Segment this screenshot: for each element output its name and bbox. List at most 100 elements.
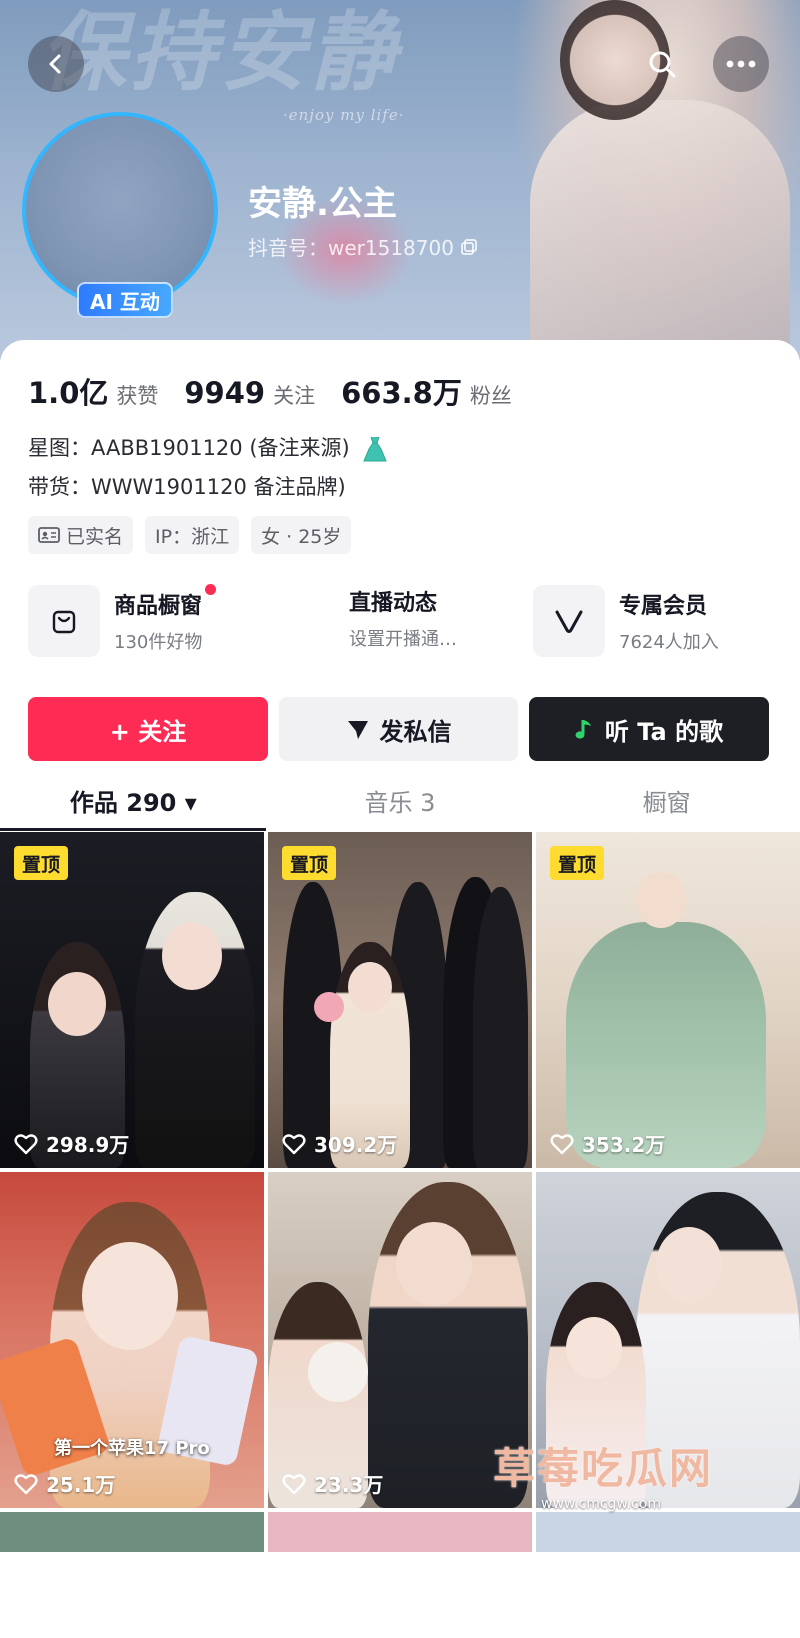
tab-works[interactable]: 作品 290 ▾ xyxy=(0,768,267,832)
profile-tags: 已实名 IP：浙江 女 · 25岁 xyxy=(28,516,352,554)
service-membership[interactable]: 专属会员 7624人加入 xyxy=(533,585,719,657)
video-tile[interactable]: 置顶 309.2万 xyxy=(268,832,532,1168)
service-live-title: 直播动态 xyxy=(349,591,438,616)
banner-background-subtitle: ·enjoy my life· xyxy=(283,106,405,124)
stat-following[interactable]: 9949 关注 xyxy=(184,376,315,410)
service-row: 商品橱窗 130件好物 直播动态 设置开播通… 专属会员 7624人加入 xyxy=(28,584,778,665)
id-card-icon xyxy=(38,527,60,543)
video-thumb-face xyxy=(636,872,686,928)
video-thumb-face xyxy=(656,1227,722,1303)
service-live[interactable]: 直播动态 设置开播通… xyxy=(349,585,457,651)
search-button[interactable] xyxy=(640,42,684,86)
video-likes-count: 23.3万 xyxy=(314,1473,384,1497)
search-icon xyxy=(649,51,676,78)
dog xyxy=(308,1342,368,1402)
video-thumb-face xyxy=(348,962,392,1012)
tab-music[interactable]: 音乐 3 xyxy=(267,768,534,832)
video-thumb-face xyxy=(48,972,106,1036)
chevron-left-icon xyxy=(49,54,61,74)
vip-icon-box xyxy=(533,585,605,657)
stat-followers[interactable]: 663.8万 粉丝 xyxy=(341,370,512,412)
back-button[interactable] xyxy=(28,36,84,92)
banner-figure-coat xyxy=(530,100,790,360)
shop-icon-box xyxy=(28,585,100,657)
tag-gender-age: 女 · 25岁 xyxy=(251,516,352,554)
bio-line-1: 星图：AABB1901120 (备注来源) xyxy=(28,432,388,463)
pinned-badge: 置顶 xyxy=(14,846,69,880)
banner-background-title: 保持安静 xyxy=(40,2,400,103)
video-thumb-person xyxy=(473,887,528,1168)
vip-v-icon xyxy=(555,610,583,633)
video-tile[interactable]: 第一个苹果17 Pro 25.1万 xyxy=(0,1172,264,1508)
video-likes: 353.2万 xyxy=(550,1129,665,1158)
nickname: 安静.公主 xyxy=(248,184,397,224)
heart-outline-icon xyxy=(282,1473,306,1494)
tag-verified: 已实名 xyxy=(28,516,134,554)
shopping-bag-icon xyxy=(52,610,76,634)
message-button-label: 发私信 xyxy=(379,717,452,746)
action-buttons: + 关注 发私信 听 Ta 的歌 xyxy=(28,697,769,761)
video-likes-count: 353.2万 xyxy=(582,1133,666,1157)
service-shop-sub: 130件好物 xyxy=(114,632,203,653)
video-thumb-face xyxy=(82,1242,178,1350)
bio-line-1-text: 星图：AABB1901120 (备注来源) xyxy=(28,436,350,460)
heart-outline-icon xyxy=(14,1473,38,1494)
video-tile[interactable]: 置顶 298.9万 xyxy=(0,832,264,1168)
service-shop-window[interactable]: 商品橱窗 130件好物 xyxy=(28,584,217,657)
douyin-id-text: 抖音号：wer1518700 xyxy=(248,236,454,260)
listen-song-button[interactable]: 听 Ta 的歌 xyxy=(529,697,769,761)
stat-likes[interactable]: 1.0亿 获赞 xyxy=(28,370,158,412)
heart-outline-icon xyxy=(550,1133,574,1154)
bio-line-2: 带货：WWW1901120 备注品牌) xyxy=(28,475,346,499)
profile-stats: 1.0亿 获赞 9949 关注 663.8万 粉丝 xyxy=(28,370,512,412)
video-likes-count: 25.1万 xyxy=(46,1473,116,1497)
video-tile[interactable] xyxy=(268,1512,532,1552)
service-live-sub: 设置开播通… xyxy=(349,629,457,650)
douyin-id[interactable]: 抖音号：wer1518700 xyxy=(248,232,478,261)
pinned-badge: 置顶 xyxy=(282,846,337,880)
listen-song-label: 听 Ta 的歌 xyxy=(604,717,724,746)
follow-button[interactable]: + 关注 xyxy=(28,697,268,761)
message-button[interactable]: 发私信 xyxy=(279,697,518,761)
active-tab-indicator xyxy=(0,828,266,831)
video-likes: 23.3万 xyxy=(282,1469,383,1498)
tag-ip: IP：浙江 xyxy=(145,516,240,554)
tag-verified-label: 已实名 xyxy=(66,525,124,548)
heart-outline-icon xyxy=(282,1133,306,1154)
service-shop-title-text: 商品橱窗 xyxy=(114,594,203,619)
music-note-icon xyxy=(575,720,591,739)
video-thumb-face xyxy=(162,922,222,990)
video-likes-count: 309.2万 xyxy=(314,1133,398,1157)
watermark-text: 草莓吃瓜网 xyxy=(493,1444,714,1493)
video-likes: 298.9万 xyxy=(14,1129,129,1158)
video-likes: 309.2万 xyxy=(282,1129,397,1158)
stat-following-label: 关注 xyxy=(273,384,316,408)
stat-likes-value: 1.0亿 xyxy=(28,376,109,410)
stat-followers-value: 663.8万 xyxy=(341,376,462,410)
watermark-url: www.cmcgw.com xyxy=(541,1496,661,1512)
video-tile[interactable]: 置顶 353.2万 xyxy=(536,832,800,1168)
service-membership-title: 专属会员 xyxy=(619,594,708,619)
video-tile[interactable] xyxy=(536,1512,800,1552)
video-likes: 25.1万 xyxy=(14,1469,115,1498)
notification-dot xyxy=(205,584,217,595)
video-tile[interactable] xyxy=(0,1512,264,1552)
tab-shop-window[interactable]: 橱窗 xyxy=(533,768,800,832)
more-dots-icon xyxy=(726,60,756,68)
service-membership-sub: 7624人加入 xyxy=(619,632,719,653)
video-thumb-face xyxy=(396,1222,472,1306)
stat-following-value: 9949 xyxy=(184,376,266,410)
video-caption: 第一个苹果17 Pro xyxy=(54,1438,210,1459)
flower-bouquet xyxy=(314,992,344,1022)
copy-icon[interactable] xyxy=(460,238,478,256)
more-button[interactable] xyxy=(713,36,769,92)
ai-interact-badge[interactable]: AI 互动 xyxy=(77,282,173,318)
video-thumb-face xyxy=(566,1317,622,1379)
dress-icon xyxy=(363,436,388,462)
stat-followers-label: 粉丝 xyxy=(469,384,512,408)
service-shop-title: 商品橱窗 xyxy=(114,584,217,620)
avatar[interactable] xyxy=(22,112,218,308)
pinned-badge: 置顶 xyxy=(550,846,605,880)
content-tabs: 作品 290 ▾ 音乐 3 橱窗 xyxy=(0,768,800,832)
stat-likes-label: 获赞 xyxy=(116,384,159,408)
